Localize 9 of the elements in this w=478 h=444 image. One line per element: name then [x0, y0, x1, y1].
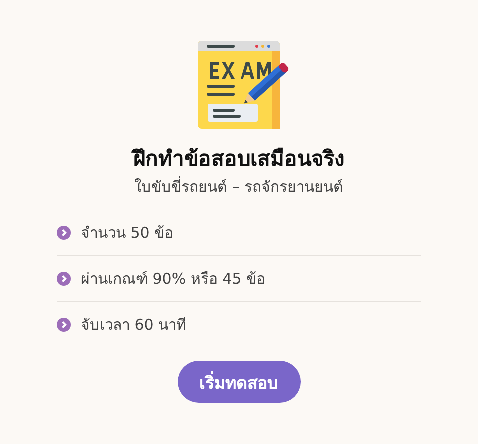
page-title: ฝึกทำข้อสอบเสมือนจริง [134, 146, 344, 173]
start-button[interactable]: เริ่มทดสอบ [178, 361, 300, 403]
subtitle: ใบขับขี่รถยนต์ – รถจักรยานยนต์ [134, 176, 344, 198]
chevron-icon [57, 272, 71, 286]
detail-text: จำนวน 50 ข้อ [81, 222, 174, 244]
detail-text: จับเวลา 60 นาที [81, 314, 187, 336]
chevron-icon [57, 318, 71, 332]
detail-text: ผ่านเกณฑ์ 90% หรือ 45 ข้อ [81, 268, 266, 290]
chevron-icon [57, 226, 71, 240]
